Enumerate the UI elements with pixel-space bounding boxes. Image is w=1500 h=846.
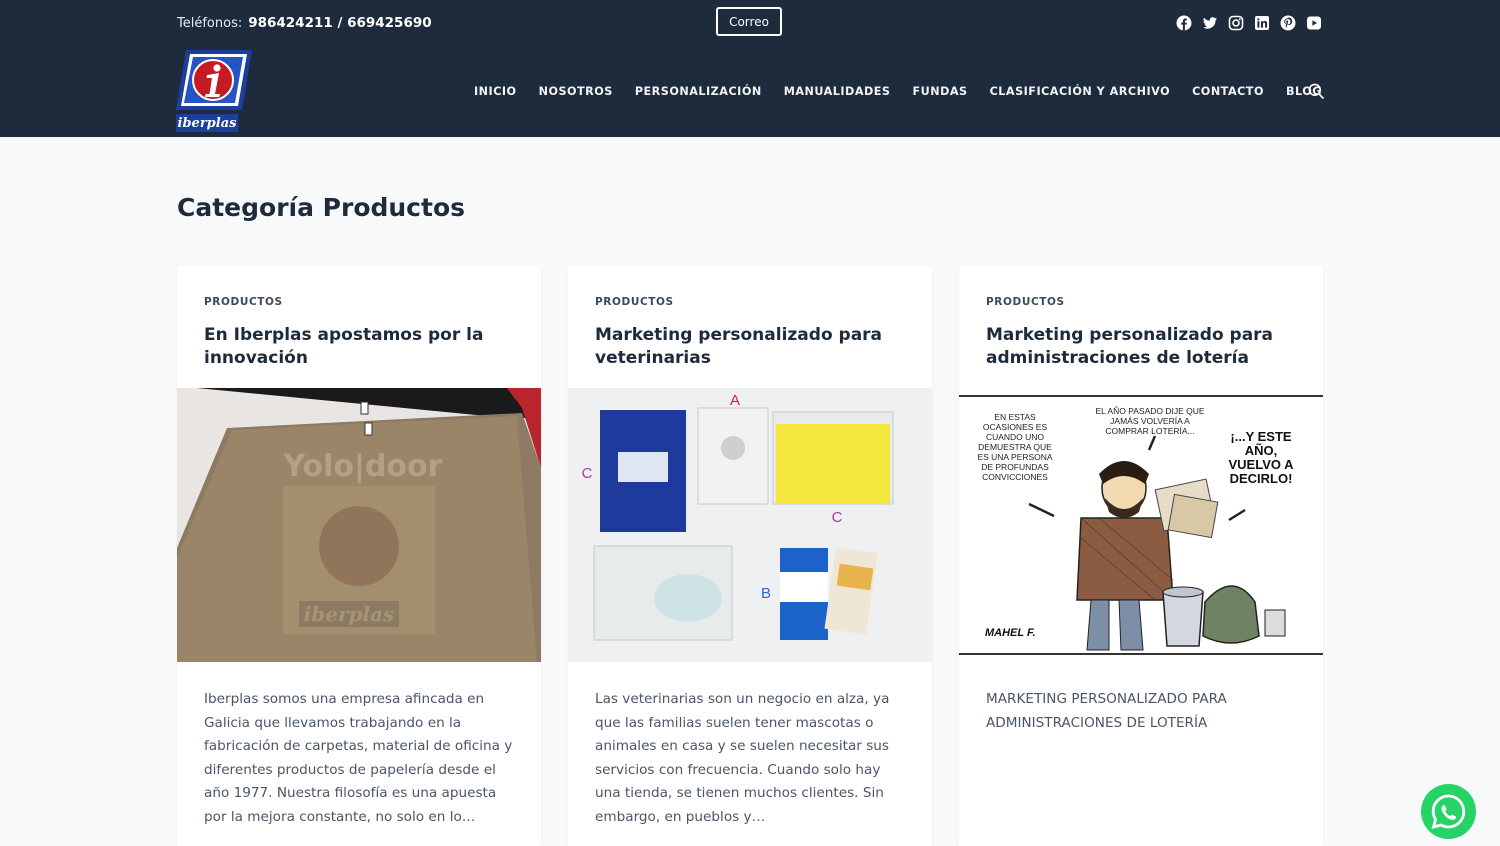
page-title: Categoría Productos [177,193,466,222]
twitter-icon[interactable] [1202,15,1218,31]
folder-logo-text: iberplas [304,602,395,626]
social-links [1176,15,1322,31]
post-thumbnail-vet-products[interactable]: A C C B [568,388,932,662]
instagram-icon[interactable] [1228,15,1244,31]
youtube-icon[interactable] [1306,15,1322,31]
post-title[interactable]: Marketing personalizado para veterinaria… [595,324,895,370]
label-c-left: C [582,465,593,482]
folder-brand-text: Yolo|door [283,449,443,484]
post-excerpt: MARKETING PERSONALIZADO PARA ADMINISTRAC… [986,691,1227,731]
post-excerpt: Iberplas somos una empresa afincada en G… [204,691,513,825]
phone-label: Teléfonos: [177,16,243,31]
post-card-loteria: PRODUCTOS Marketing personalizado para a… [959,266,1323,846]
pinterest-icon[interactable] [1280,15,1296,31]
label-b: B [761,585,771,602]
nav-item-fundas[interactable]: FUNDAS [912,85,967,98]
post-thumbnail-lottery-cartoon[interactable]: EN ESTAS OCASIONES ES CUANDO UNO DEMUEST… [959,388,1323,662]
nav-item-personalizacion[interactable]: PERSONALIZACIÓN [635,85,762,98]
cartoon-caption-top: EL AÑO PASADO DIJE QUE JAMÁS VOLVERÍA A … [1095,406,1205,436]
site-header: Teléfonos: 986424211 / 669425690 Correo [0,0,1500,137]
iberplas-logo[interactable]: iberplas [176,48,252,134]
cartoon-caption-left: EN ESTAS OCASIONES ES CUANDO UNO DEMUEST… [977,412,1053,482]
logo-text: iberplas [178,116,238,131]
nav-item-inicio[interactable]: INICIO [474,85,517,98]
email-button[interactable]: Correo [716,7,782,36]
post-title[interactable]: En Iberplas apostamos por la innovación [204,324,504,370]
post-category[interactable]: PRODUCTOS [204,296,283,308]
post-excerpt: Las veterinarias son un negocio en alza,… [595,691,890,825]
whatsapp-chat-button[interactable] [1421,784,1476,839]
nav-item-contacto[interactable]: CONTACTO [1192,85,1264,98]
post-card-innovation: PRODUCTOS En Iberplas apostamos por la i… [177,266,541,846]
post-category[interactable]: PRODUCTOS [986,296,1065,308]
label-c-right: C [832,509,843,526]
whatsapp-icon [1431,794,1466,829]
post-thumbnail-folder[interactable]: Yolo|door iberplas [177,388,541,662]
post-card-veterinarias: PRODUCTOS Marketing personalizado para v… [568,266,932,846]
phone-numbers[interactable]: 986424211 / 669425690 [248,15,431,31]
phone-info: Teléfonos: 986424211 / 669425690 [177,14,432,32]
nav-item-manualidades[interactable]: MANUALIDADES [784,85,891,98]
post-title[interactable]: Marketing personalizado para administrac… [986,324,1286,370]
search-icon[interactable] [1308,83,1324,99]
post-category[interactable]: PRODUCTOS [595,296,674,308]
label-a: A [730,392,740,409]
linkedin-icon[interactable] [1254,15,1270,31]
facebook-icon[interactable] [1176,15,1192,31]
nav-item-nosotros[interactable]: NOSOTROS [539,85,613,98]
cartoon-caption-right: ¡...Y ESTE AÑO, VUELVO A DECIRLO! [1228,430,1294,486]
nav-item-clasificacion-y-archivo[interactable]: CLASIFICACIÓN Y ARCHIVO [990,85,1171,98]
cartoon-signature: MAHEL F. [985,627,1036,639]
main-navigation: INICIO NOSOTROS PERSONALIZACIÓN MANUALID… [474,80,1344,102]
